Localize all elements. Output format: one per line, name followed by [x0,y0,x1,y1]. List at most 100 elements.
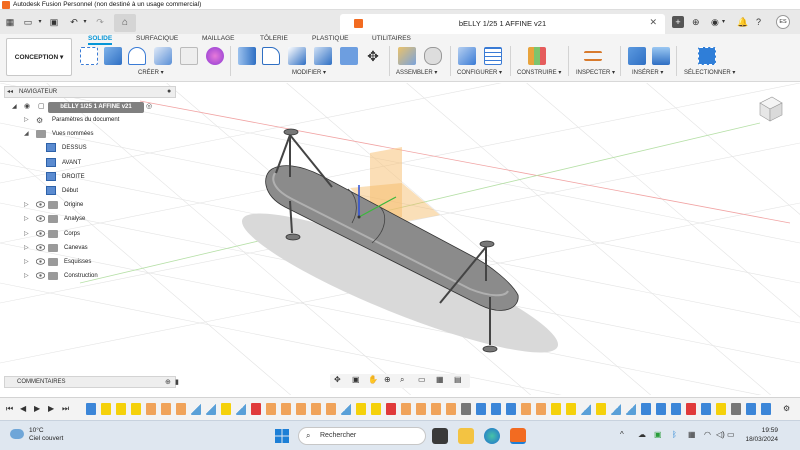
timeline-feature-icon[interactable] [206,403,216,415]
go-to-end-icon[interactable]: ⏭ [62,404,69,414]
timeline-feature-icon[interactable] [326,403,336,415]
timeline-feature-icon[interactable] [506,403,516,415]
grid-apps-icon[interactable]: ▦ [4,16,16,28]
extensions-icon[interactable]: ⊕ [692,16,700,28]
group-inspecter[interactable]: INSPECTER ▾ [576,69,615,76]
timeline-feature-icon[interactable] [236,403,246,415]
windows-start-icon[interactable] [275,429,289,443]
timeline-feature-icon[interactable] [176,403,186,415]
group-inserer[interactable]: INSÉRER ▾ [632,69,663,76]
chevron-down-icon[interactable]: ▾ [34,16,46,28]
timeline-feature-icon[interactable] [596,403,606,415]
origin-point[interactable] [357,215,361,219]
tree-item[interactable]: ▷ Canevas [0,243,170,255]
timeline-feature-icon[interactable] [566,403,576,415]
timeline-feature-icon[interactable] [536,403,546,415]
create-sketch-icon[interactable] [80,47,98,65]
save-icon[interactable]: ▣ [48,16,60,28]
select-icon[interactable] [698,47,716,65]
tab-maillage[interactable]: MAILLAGE [202,35,235,42]
timeline-feature-icon[interactable] [356,403,366,415]
timeline-feature-icon[interactable] [731,403,741,415]
tree-item[interactable]: DROITE [0,171,170,184]
expand-arrow-icon[interactable]: ▷ [24,230,29,237]
volume-icon[interactable]: ◁) [716,430,725,439]
tab-tolerie[interactable]: TÔLERIE [260,35,288,42]
timeline-feature-icon[interactable] [521,403,531,415]
tree-item[interactable]: DESSUS [0,143,170,155]
eye-icon[interactable] [35,272,46,279]
timeline-feature-icon[interactable] [386,403,396,415]
extrude-icon[interactable] [104,47,122,65]
chamfer-icon[interactable] [288,47,306,65]
insert-derive-icon[interactable] [628,47,646,65]
new-component-icon[interactable] [398,47,416,65]
group-assembler[interactable]: ASSEMBLER ▾ [396,69,437,76]
viewcube[interactable] [754,93,784,123]
notifications-icon[interactable]: 🔔 [737,16,748,28]
play-icon[interactable]: ▶ [34,404,40,413]
tree-root[interactable]: ◢ ◉ ▢ bELLY 1/25 1 AFFINE v21 ◎ [6,102,171,113]
timeline-settings-icon[interactable]: ⚙ [783,404,790,413]
timeline-feature-icon[interactable] [341,403,351,415]
bluetooth-icon[interactable]: ᛒ [672,430,677,439]
tree-item[interactable]: AVANT [0,157,170,170]
timeline-feature-icon[interactable] [761,403,771,415]
revolve-icon[interactable] [128,47,146,65]
shell-icon[interactable] [154,47,172,65]
pin-icon[interactable]: ● [167,88,171,95]
taskbar-search[interactable]: ⌕ Rechercher [298,427,426,445]
workspace-selector[interactable]: CONCEPTION ▾ [6,38,72,76]
grid-settings-icon[interactable]: ▦ [436,375,444,384]
collapse-arrow-icon[interactable]: ◢ [24,130,29,137]
zoom-icon[interactable]: ⊕ [384,375,391,384]
eye-icon[interactable] [35,244,46,251]
eye-icon[interactable]: ◉ [24,102,30,110]
go-to-start-icon[interactable]: ⏮ [6,404,13,414]
pan-icon[interactable]: ✋ [368,375,378,384]
rear-foot-pad[interactable] [482,345,498,353]
timeline-feature-icon[interactable] [296,403,306,415]
timeline-feature-icon[interactable] [551,403,561,415]
timeline-feature-icon[interactable] [431,403,441,415]
timeline-feature-icon[interactable] [446,403,456,415]
group-configurer[interactable]: CONFIGURER ▾ [457,69,502,76]
tree-item[interactable]: ◢ Vues nommées [0,129,170,141]
timeline-feature-icon[interactable] [191,403,201,415]
group-modifier[interactable]: MODIFIER ▾ [292,69,326,76]
tree-item[interactable]: ▷ Corps [0,229,170,241]
change-parameters-icon[interactable] [458,47,476,65]
group-construire[interactable]: CONSTRUIRE ▾ [517,69,561,76]
tree-item[interactable]: ▷ ⚙ Paramètres du document [0,115,170,127]
fit-icon[interactable]: ⌕ [400,375,404,385]
tree-item[interactable]: ▷ Esquisses [0,257,170,269]
expand-arrow-icon[interactable]: ▷ [24,116,29,123]
fusion-taskbar-icon[interactable] [510,428,526,444]
offset-plane-icon[interactable] [528,47,546,65]
job-status-icon[interactable]: ◉ [711,16,719,28]
timeline-feature-icon[interactable] [311,403,321,415]
group-selectionner[interactable]: SÉLECTIONNER ▾ [684,69,735,76]
timeline-feature-icon[interactable] [581,403,591,415]
insert-image-icon[interactable] [652,47,670,65]
tree-item[interactable]: ▷ Origine [0,200,170,212]
step-forward-icon[interactable]: ▶ [48,404,54,413]
comments-toggle-icon[interactable]: ▮ [175,378,179,386]
eye-icon[interactable] [35,201,46,208]
timeline-feature-icon[interactable] [161,403,171,415]
timeline-feature-icon[interactable] [221,403,231,415]
timeline-feature-icon[interactable] [101,403,111,415]
eye-icon[interactable] [35,229,46,237]
timeline-feature-icon[interactable] [716,403,726,415]
edge-browser-icon[interactable] [484,428,500,444]
timeline-feature-icon[interactable] [266,403,276,415]
timeline-feature-icon[interactable] [476,403,486,415]
tree-item[interactable]: ▷ Construction [0,271,170,283]
measure-icon[interactable] [584,51,602,61]
new-tab-button[interactable]: + [672,16,684,28]
expand-arrow-icon[interactable]: ▷ [24,258,29,265]
undo-dropdown-icon[interactable]: ▾ [79,16,91,28]
language-icon[interactable]: ▦ [688,430,696,439]
close-tab-icon[interactable]: ✕ [649,17,657,28]
tray-cloud-icon[interactable]: ☁ [638,430,646,439]
